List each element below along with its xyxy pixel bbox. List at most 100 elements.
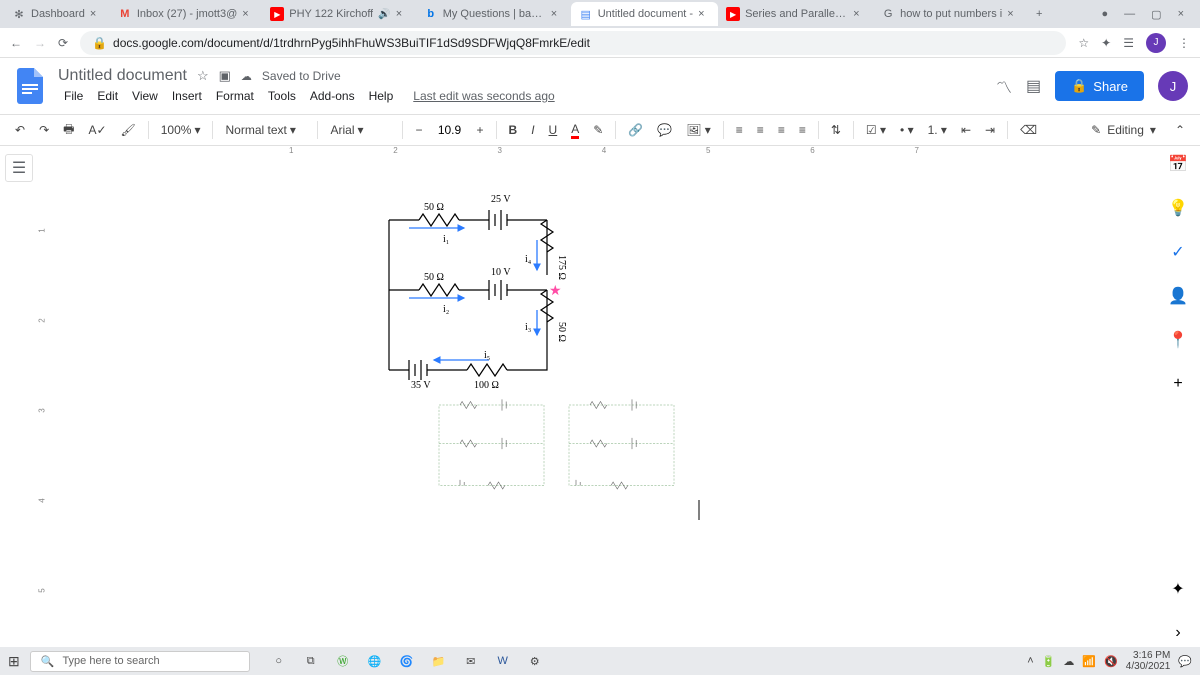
indent-icon[interactable]: ⇥ bbox=[980, 119, 1000, 141]
number-list-icon[interactable]: 1. ▾ bbox=[923, 119, 952, 141]
link-icon[interactable]: 🔗 bbox=[623, 119, 648, 141]
doc-title[interactable]: Untitled document bbox=[58, 67, 187, 85]
checklist-icon[interactable]: ☑ ▾ bbox=[861, 119, 891, 141]
menu-view[interactable]: View bbox=[126, 87, 164, 105]
tray-battery-icon[interactable]: 🔋 bbox=[1042, 655, 1056, 668]
minimize-icon[interactable]: — bbox=[1124, 8, 1135, 21]
back-icon[interactable]: ← bbox=[10, 36, 22, 50]
tab-bartleby[interactable]: bMy Questions | bartle× bbox=[416, 2, 571, 26]
maximize-icon[interactable]: ▢ bbox=[1151, 8, 1161, 21]
comment-icon[interactable]: 💬 bbox=[652, 119, 677, 141]
tab-gmail[interactable]: MInbox (27) - jmott3@× bbox=[110, 2, 262, 26]
text-color-icon[interactable]: A bbox=[566, 118, 584, 143]
tray-chevron-icon[interactable]: ˄ bbox=[1027, 655, 1033, 667]
close-icon[interactable]: × bbox=[396, 8, 408, 20]
outline-toggle-icon[interactable]: ☰ bbox=[5, 154, 33, 182]
tab-youtube-series[interactable]: ▶Series and Parallel Cir× bbox=[718, 2, 873, 26]
menu-edit[interactable]: Edit bbox=[91, 87, 124, 105]
image-icon[interactable]: 🖼 ▾ bbox=[681, 119, 716, 141]
font-size-decrease[interactable]: − bbox=[410, 119, 427, 141]
close-window-icon[interactable]: × bbox=[1178, 8, 1184, 21]
star-icon[interactable]: ☆ bbox=[1078, 36, 1089, 50]
print-icon[interactable]: 🖶 bbox=[58, 116, 79, 145]
tab-youtube-phy[interactable]: ▶PHY 122 Kirchoff🔊× bbox=[262, 2, 415, 26]
close-icon[interactable]: × bbox=[242, 8, 254, 20]
account-icon[interactable]: ● bbox=[1102, 8, 1109, 21]
menu-insert[interactable]: Insert bbox=[166, 87, 208, 105]
outdent-icon[interactable]: ⇤ bbox=[956, 119, 976, 141]
bullet-list-icon[interactable]: • ▾ bbox=[895, 119, 919, 141]
spellcheck-icon[interactable]: A✓ bbox=[83, 119, 111, 141]
redo-icon[interactable]: ↷ bbox=[34, 119, 54, 141]
cloud-icon[interactable]: ☁ bbox=[241, 70, 252, 83]
taskbar-clock[interactable]: 3:16 PM 4/30/2021 bbox=[1126, 650, 1171, 672]
close-icon[interactable]: × bbox=[90, 8, 102, 20]
star-doc-icon[interactable]: ☆ bbox=[197, 68, 209, 84]
app-explorer-icon[interactable]: 📁 bbox=[428, 650, 450, 672]
font-select[interactable]: Arial ▾ bbox=[325, 119, 395, 141]
align-justify-icon[interactable]: ≡ bbox=[794, 119, 811, 141]
app-edge-icon[interactable]: 🌀 bbox=[396, 650, 418, 672]
undo-icon[interactable]: ↶ bbox=[10, 119, 30, 141]
tray-volume-icon[interactable]: 🔇 bbox=[1104, 655, 1118, 668]
bold-icon[interactable]: B bbox=[504, 119, 523, 141]
task-view-icon[interactable]: ⧉ bbox=[300, 650, 322, 672]
taskbar-search[interactable]: 🔍 Type here to search bbox=[30, 651, 250, 672]
reading-list-icon[interactable]: ☰ bbox=[1123, 36, 1134, 50]
menu-help[interactable]: Help bbox=[363, 87, 400, 105]
cortana-icon[interactable]: ○ bbox=[268, 650, 290, 672]
kebab-icon[interactable]: ⋮ bbox=[1178, 36, 1190, 50]
mode-select[interactable]: ✎ Editing ▾ bbox=[1081, 119, 1166, 141]
docs-logo-icon[interactable] bbox=[12, 68, 48, 104]
app-webex-icon[interactable]: Ⓦ bbox=[332, 650, 354, 672]
new-tab-button[interactable]: + bbox=[1027, 8, 1051, 20]
app-word-icon[interactable]: W bbox=[492, 650, 514, 672]
align-center-icon[interactable]: ≡ bbox=[752, 119, 769, 141]
paint-format-icon[interactable]: 🖌 bbox=[116, 119, 141, 141]
tab-dashboard[interactable]: ✻Dashboard× bbox=[4, 2, 110, 26]
close-icon[interactable]: × bbox=[698, 8, 710, 20]
close-icon[interactable]: × bbox=[551, 8, 563, 20]
app-chrome-icon[interactable]: 🌐 bbox=[364, 650, 386, 672]
share-button[interactable]: 🔒Share bbox=[1055, 71, 1144, 101]
app-settings-icon[interactable]: ⚙ bbox=[524, 650, 546, 672]
last-edit-link[interactable]: Last edit was seconds ago bbox=[407, 87, 560, 105]
tasks-icon[interactable]: ✓ bbox=[1164, 238, 1192, 266]
profile-avatar[interactable]: J bbox=[1146, 33, 1166, 53]
tray-onedrive-icon[interactable]: ☁ bbox=[1063, 655, 1074, 668]
reload-icon[interactable]: ⟳ bbox=[58, 36, 68, 50]
align-left-icon[interactable]: ≡ bbox=[731, 119, 748, 141]
explore-icon[interactable]: ✦ bbox=[1164, 575, 1192, 603]
menu-format[interactable]: Format bbox=[210, 87, 260, 105]
extensions-icon[interactable]: ✦ bbox=[1101, 36, 1111, 50]
close-icon[interactable]: × bbox=[1007, 8, 1019, 20]
collapse-toolbar-icon[interactable]: ⌃ bbox=[1170, 119, 1190, 141]
keep-icon[interactable]: 💡 bbox=[1164, 194, 1192, 222]
document-page[interactable]: ★ 50 Ω 25 V 50 Ω 10 V 175 Ω 50 Ω 35 V 10… bbox=[279, 160, 929, 640]
url-field[interactable]: 🔒 docs.google.com/document/d/1trdhrnPyg5… bbox=[80, 31, 1066, 55]
activity-icon[interactable]: 〽 bbox=[996, 74, 1012, 98]
calendar-icon[interactable]: 📅 bbox=[1164, 150, 1192, 178]
user-avatar[interactable]: J bbox=[1158, 71, 1188, 101]
align-right-icon[interactable]: ≡ bbox=[773, 119, 790, 141]
menu-addons[interactable]: Add-ons bbox=[304, 87, 361, 105]
font-size-increase[interactable]: + bbox=[472, 119, 489, 141]
italic-icon[interactable]: I bbox=[526, 119, 539, 141]
line-spacing-icon[interactable]: ⇅ bbox=[826, 119, 846, 141]
close-icon[interactable]: × bbox=[853, 8, 865, 20]
highlight-icon[interactable]: ✎ bbox=[588, 119, 608, 141]
zoom-select[interactable]: 100% ▾ bbox=[156, 119, 206, 141]
menu-file[interactable]: File bbox=[58, 87, 89, 105]
tray-wifi-icon[interactable]: 📶 bbox=[1082, 655, 1096, 668]
font-size-input[interactable] bbox=[432, 123, 468, 137]
tab-google-search[interactable]: Ghow to put numbers i× bbox=[873, 2, 1027, 26]
move-doc-icon[interactable]: ▣ bbox=[219, 68, 231, 84]
start-icon[interactable]: ⊞ bbox=[8, 653, 20, 670]
style-select[interactable]: Normal text ▾ bbox=[220, 119, 310, 141]
underline-icon[interactable]: U bbox=[544, 119, 563, 141]
app-mail-icon[interactable]: ✉ bbox=[460, 650, 482, 672]
contacts-icon[interactable]: 👤 bbox=[1164, 282, 1192, 310]
tab-docs-active[interactable]: ▤Untitled document - × bbox=[571, 2, 718, 26]
clear-format-icon[interactable]: ⌫ bbox=[1015, 119, 1042, 141]
maps-icon[interactable]: 📍 bbox=[1164, 326, 1192, 354]
